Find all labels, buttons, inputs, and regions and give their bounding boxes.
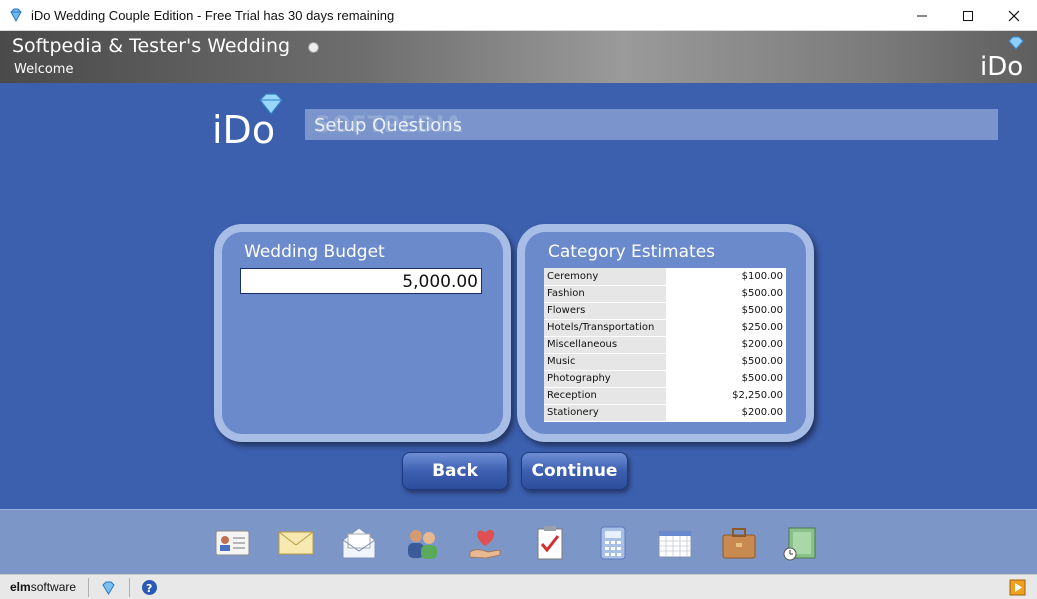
status-separator [88, 578, 89, 597]
wedding-title: Softpedia & Tester's Wedding [12, 35, 291, 57]
svg-text:iDo: iDo [980, 52, 1023, 79]
wedding-budget-panel: Wedding Budget [214, 224, 511, 442]
category-estimates-panel: Category Estimates Ceremony $100.00 Fashi… [517, 224, 814, 442]
status-bar: elmsoftware ? [0, 574, 1037, 599]
window-title: iDo Wedding Couple Edition - Free Trial … [31, 7, 395, 23]
budget-heading: Wedding Budget [244, 242, 385, 262]
category-cell: Photography [544, 370, 666, 388]
maximize-button[interactable] [945, 0, 991, 31]
checklist-icon[interactable] [530, 524, 568, 562]
main-area: iDo Setup Questions SOFTPEDIA Wedding Bu… [0, 83, 1037, 509]
svg-text:iDo: iDo [212, 108, 275, 148]
table-row[interactable]: Hotels/Transportation $250.00 [544, 319, 786, 337]
clock-icon[interactable] [308, 42, 319, 53]
guests-icon[interactable] [403, 524, 441, 562]
close-button[interactable] [991, 0, 1037, 31]
heart-hand-icon[interactable] [466, 524, 504, 562]
calculator-icon[interactable] [593, 524, 631, 562]
help-icon[interactable]: ? [141, 579, 158, 596]
amount-cell[interactable]: $500.00 [666, 285, 786, 303]
table-row[interactable]: Reception $2,250.00 [544, 387, 786, 405]
open-envelope-icon[interactable] [340, 524, 378, 562]
minimize-icon [917, 15, 927, 16]
bottom-toolbar [0, 509, 1037, 574]
calendar-icon[interactable] [656, 524, 694, 562]
close-icon [1008, 10, 1020, 21]
amount-cell[interactable]: $500.00 [666, 302, 786, 320]
back-button[interactable]: Back [402, 452, 508, 490]
budget-input[interactable] [240, 268, 482, 294]
continue-button[interactable]: Continue [521, 452, 628, 490]
category-cell: Stationery [544, 404, 666, 422]
table-row[interactable]: Music $500.00 [544, 353, 786, 371]
category-cell: Ceremony [544, 268, 666, 286]
contact-card-icon[interactable] [213, 524, 251, 562]
estimates-heading: Category Estimates [548, 242, 716, 262]
category-cell: Miscellaneous [544, 336, 666, 354]
table-row[interactable]: Miscellaneous $200.00 [544, 336, 786, 354]
category-cell: Music [544, 353, 666, 371]
ido-logo: iDo [980, 36, 1024, 79]
amount-cell[interactable]: $250.00 [666, 319, 786, 337]
amount-cell[interactable]: $500.00 [666, 370, 786, 388]
amount-cell[interactable]: $200.00 [666, 336, 786, 354]
diamond-icon[interactable] [100, 579, 117, 596]
svg-text:?: ? [146, 582, 152, 595]
table-row[interactable]: Fashion $500.00 [544, 285, 786, 303]
briefcase-icon[interactable] [720, 524, 758, 562]
app-header: Softpedia & Tester's Wedding Welcome iDo [0, 31, 1037, 83]
category-cell: Reception [544, 387, 666, 405]
diamond-icon [10, 8, 22, 23]
category-cell: Hotels/Transportation [544, 319, 666, 337]
minimize-button[interactable] [899, 0, 945, 31]
category-cell: Flowers [544, 302, 666, 320]
table-row[interactable]: Flowers $500.00 [544, 302, 786, 320]
table-row[interactable]: Stationery $200.00 [544, 404, 786, 422]
ido-logo-large: iDo [212, 93, 283, 148]
window-titlebar: iDo Wedding Couple Edition - Free Trial … [0, 0, 1037, 31]
page-subtitle: Welcome [14, 62, 74, 77]
table-row[interactable]: Photography $500.00 [544, 370, 786, 388]
amount-cell[interactable]: $2,250.00 [666, 387, 786, 405]
maximize-icon [963, 10, 973, 21]
play-icon[interactable] [1009, 579, 1026, 596]
elm-software-logo: elmsoftware [10, 580, 77, 594]
ledger-clock-icon[interactable] [782, 524, 820, 562]
envelope-icon[interactable] [277, 524, 315, 562]
table-row[interactable]: Ceremony $100.00 [544, 268, 786, 286]
category-cell: Fashion [544, 285, 666, 303]
softpedia-watermark: SOFTPEDIA [315, 113, 464, 138]
status-separator [129, 578, 130, 597]
amount-cell[interactable]: $500.00 [666, 353, 786, 371]
amount-cell[interactable]: $200.00 [666, 404, 786, 422]
estimates-table: Ceremony $100.00 Fashion $500.00 Flowers $5… [544, 268, 786, 422]
amount-cell[interactable]: $100.00 [666, 268, 786, 286]
